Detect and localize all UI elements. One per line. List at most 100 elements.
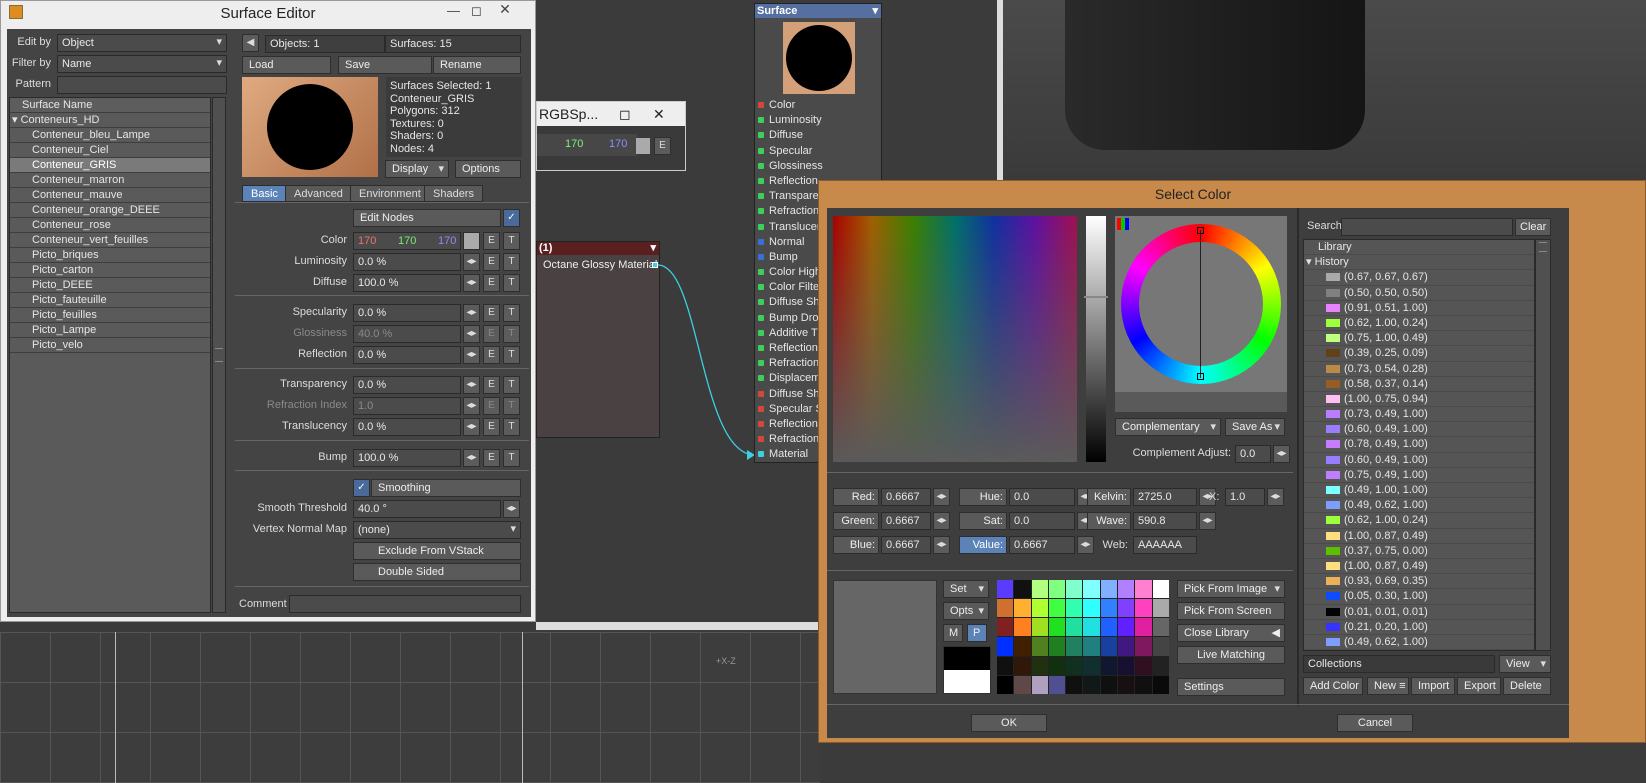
diffuse-t-button[interactable]: T xyxy=(503,274,520,292)
palette-swatch[interactable] xyxy=(1031,580,1048,599)
glossiness-input[interactable]: 40.0 % xyxy=(353,325,461,343)
surface-list-item[interactable]: Conteneur_bleu_Lampe xyxy=(10,128,210,143)
surface-list-item[interactable]: Picto_Lampe xyxy=(10,323,210,338)
tab-environment[interactable]: Environment xyxy=(350,185,430,202)
palette-swatch[interactable] xyxy=(1083,599,1100,618)
blue-stepper[interactable]: ◂▸ xyxy=(933,536,950,554)
settings-button[interactable]: Settings xyxy=(1177,678,1285,696)
color-palette[interactable] xyxy=(997,580,1169,694)
palette-swatch[interactable] xyxy=(1066,618,1083,637)
blue-input[interactable]: 0.6667 xyxy=(881,536,931,554)
palette-swatch[interactable] xyxy=(1083,580,1100,599)
palette-swatch[interactable] xyxy=(1014,637,1031,656)
palette-swatch[interactable] xyxy=(1031,618,1048,637)
palette-swatch[interactable] xyxy=(1031,656,1048,675)
history-item[interactable]: (0.62, 1.00, 0.24) xyxy=(1304,513,1534,529)
p-button[interactable]: P xyxy=(967,624,987,642)
color-swatch[interactable] xyxy=(463,232,480,250)
palette-swatch[interactable] xyxy=(997,618,1014,637)
load-button[interactable]: Load xyxy=(242,56,331,74)
green-input[interactable]: 0.6667 xyxy=(881,512,931,530)
specularity-t-button[interactable]: T xyxy=(503,304,520,322)
maximize-button[interactable]: ◻ xyxy=(471,3,482,19)
palette-swatch[interactable] xyxy=(997,599,1014,618)
palette-swatch[interactable] xyxy=(1135,580,1152,599)
color-e-button[interactable]: E xyxy=(483,232,500,250)
color-field[interactable]: 170 170 170 xyxy=(353,232,461,250)
palette-swatch[interactable] xyxy=(1066,675,1083,694)
history-item[interactable]: (0.21, 0.20, 1.00) xyxy=(1304,620,1534,635)
palette-swatch[interactable] xyxy=(1066,656,1083,675)
import-button[interactable]: Import xyxy=(1411,677,1455,695)
smooth-threshold-stepper[interactable]: ◂▸ xyxy=(503,500,520,518)
hue-wheel[interactable] xyxy=(1121,224,1281,384)
specularity-e-button[interactable]: E xyxy=(483,304,500,322)
palette-swatch[interactable] xyxy=(1118,618,1135,637)
palette-swatch[interactable] xyxy=(1152,580,1169,599)
surface-group[interactable]: ▾ Conteneurs_HD xyxy=(10,113,210,128)
palette-swatch[interactable] xyxy=(1118,656,1135,675)
filter-by-select[interactable]: Name xyxy=(57,55,227,73)
close-library-button[interactable]: Close Library ◀ xyxy=(1177,624,1285,642)
palette-swatch[interactable] xyxy=(997,580,1014,599)
history-item[interactable]: (0.60, 0.49, 1.00) xyxy=(1304,422,1534,438)
palette-swatch[interactable] xyxy=(1118,637,1135,656)
pick-from-screen-button[interactable]: Pick From Screen xyxy=(1177,602,1285,620)
smoothing-toggle[interactable]: Smoothing xyxy=(371,479,521,497)
history-item[interactable]: (0.50, 0.50, 0.50) xyxy=(1304,286,1534,301)
transparency-stepper[interactable]: ◂▸ xyxy=(463,376,480,394)
double-sided-button[interactable]: Double Sided xyxy=(353,563,521,581)
wave-label[interactable]: Wave: xyxy=(1087,512,1131,530)
view-select[interactable]: View xyxy=(1499,655,1551,673)
history-item[interactable]: (0.01, 0.01, 0.01) xyxy=(1304,605,1534,620)
live-matching-button[interactable]: Live Matching xyxy=(1177,646,1285,664)
refraction-stepper[interactable]: ◂▸ xyxy=(463,397,480,415)
edit-by-select[interactable]: Object xyxy=(57,34,227,52)
surface-list-item[interactable]: Picto_feuilles xyxy=(10,308,210,323)
history-item[interactable]: (0.49, 1.00, 1.00) xyxy=(1304,483,1534,499)
palette-swatch[interactable] xyxy=(1135,675,1152,694)
tab-shaders[interactable]: Shaders xyxy=(424,185,483,202)
surface-port[interactable]: Specular xyxy=(755,144,881,159)
reflection-stepper[interactable]: ◂▸ xyxy=(463,346,480,364)
bump-stepper[interactable]: ◂▸ xyxy=(463,449,480,467)
add-color-button[interactable]: Add Color xyxy=(1303,677,1363,695)
bump-input[interactable]: 100.0 % xyxy=(353,449,461,467)
palette-swatch[interactable] xyxy=(1083,675,1100,694)
exclude-vstack-button[interactable]: Exclude From VStack xyxy=(353,542,521,560)
history-node[interactable]: ▾ History xyxy=(1304,255,1534,271)
history-item[interactable]: (1.00, 0.87, 0.49) xyxy=(1304,529,1534,544)
palette-swatch[interactable] xyxy=(1014,618,1031,637)
palette-swatch[interactable] xyxy=(1031,675,1048,694)
web-input[interactable]: AAAAAA xyxy=(1133,536,1197,554)
history-item[interactable]: (0.78, 0.49, 1.00) xyxy=(1304,437,1534,453)
luminosity-e-button[interactable]: E xyxy=(483,253,500,271)
pick-from-image-button[interactable]: Pick From Image xyxy=(1177,580,1285,598)
collections-field[interactable]: Collections xyxy=(1303,655,1495,673)
hue-label[interactable]: Hue: xyxy=(959,488,1007,506)
palette-swatch[interactable] xyxy=(997,675,1014,694)
surface-list-item[interactable]: Picto_briques xyxy=(10,248,210,263)
surface-port[interactable]: Glossiness xyxy=(755,159,881,174)
history-item[interactable]: (0.73, 0.54, 0.28) xyxy=(1304,362,1534,377)
close-button[interactable]: ✕ xyxy=(483,1,527,19)
specularity-input[interactable]: 0.0 % xyxy=(353,304,461,322)
palette-swatch[interactable] xyxy=(1100,618,1118,637)
translucency-t-button[interactable]: T xyxy=(503,418,520,436)
value-input[interactable]: 0.6667 xyxy=(1009,536,1075,554)
refraction-input[interactable]: 1.0 xyxy=(353,397,461,415)
hue-input[interactable]: 0.0 xyxy=(1009,488,1075,506)
palette-swatch[interactable] xyxy=(1100,656,1118,675)
surface-list-item[interactable]: Conteneur_mauve xyxy=(10,188,210,203)
diffuse-e-button[interactable]: E xyxy=(483,274,500,292)
history-item[interactable]: (0.39, 0.25, 0.09) xyxy=(1304,346,1534,362)
chevron-down-icon[interactable]: ▾ xyxy=(650,242,656,255)
palette-swatch[interactable] xyxy=(1014,580,1031,599)
history-item[interactable]: (0.60, 0.49, 1.00) xyxy=(1304,453,1534,468)
history-scrollbar[interactable] xyxy=(1535,239,1551,651)
palette-swatch[interactable] xyxy=(1066,580,1083,599)
history-item[interactable]: (0.62, 1.00, 0.24) xyxy=(1304,316,1534,332)
rgb-panel-fields[interactable]: 170 170 xyxy=(537,134,637,156)
palette-swatch[interactable] xyxy=(1083,637,1100,656)
vertex-normal-select[interactable]: (none) xyxy=(353,521,521,539)
